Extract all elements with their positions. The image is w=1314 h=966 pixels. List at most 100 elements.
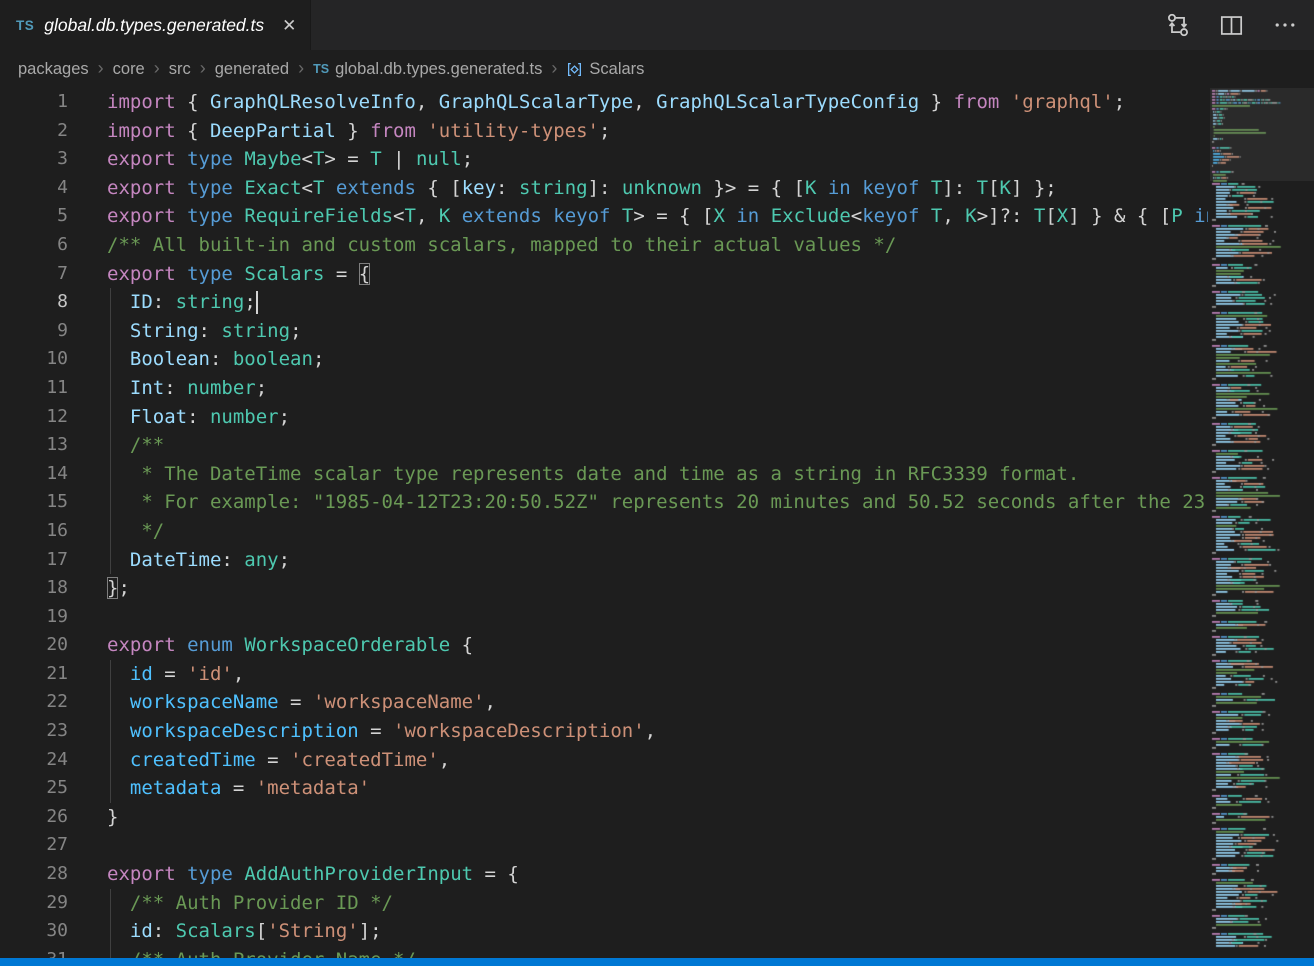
line-number: 9 (0, 317, 68, 346)
line-number: 22 (0, 688, 68, 717)
breadcrumb-item-generated[interactable]: generated (215, 60, 289, 79)
breadcrumb-item-packages[interactable]: packages (18, 60, 89, 79)
close-tab-icon[interactable]: ✕ (282, 17, 296, 34)
line-number: 2 (0, 117, 68, 146)
code-line[interactable]: createdTime = 'createdTime', (107, 746, 1208, 775)
indent-guide (110, 946, 111, 958)
tab-title: global.db.types.generated.ts (44, 15, 264, 36)
code-line[interactable] (107, 831, 1208, 860)
breadcrumb-item-scalars[interactable]: Scalars (566, 60, 644, 79)
indent-guide (110, 660, 111, 689)
code-line[interactable]: export type Scalars = { (107, 260, 1208, 289)
code-line[interactable]: } (107, 803, 1208, 832)
typescript-file-icon: TS (16, 18, 34, 33)
code-line[interactable]: String: string; (107, 317, 1208, 346)
code-line[interactable]: export type AddAuthProviderInput = { (107, 860, 1208, 889)
breadcrumb-label: global.db.types.generated.ts (335, 60, 542, 79)
code-line[interactable]: /** Auth Provider ID */ (107, 889, 1208, 918)
code-line[interactable]: Float: number; (107, 403, 1208, 432)
code-line[interactable]: export type Maybe<T> = T | null; (107, 145, 1208, 174)
line-number: 29 (0, 889, 68, 918)
line-number: 30 (0, 917, 68, 946)
code-line[interactable]: */ (107, 517, 1208, 546)
open-changes-button[interactable] (1165, 12, 1191, 38)
code-line[interactable]: export enum WorkspaceOrderable { (107, 631, 1208, 660)
split-editor-button[interactable] (1219, 13, 1244, 38)
line-number: 13 (0, 431, 68, 460)
breadcrumb: packages › core › src › generated › TS global.db.… (0, 50, 1314, 88)
indent-guide (110, 460, 111, 489)
split-editor-icon (1219, 13, 1244, 38)
line-number: 15 (0, 488, 68, 517)
breadcrumb-item-global-db-types-generated-ts[interactable]: TS global.db.types.generated.ts (313, 60, 542, 79)
code-line[interactable]: workspaceDescription = 'workspaceDescrip… (107, 717, 1208, 746)
symbol-type-icon (566, 61, 583, 78)
indent-guide (110, 546, 111, 575)
code-line[interactable]: metadata = 'metadata' (107, 774, 1208, 803)
line-number: 12 (0, 403, 68, 432)
indent-guide (110, 746, 111, 775)
code-line[interactable]: * The DateTime scalar type represents da… (107, 460, 1208, 489)
breadcrumb-item-src[interactable]: src (169, 60, 191, 79)
tab-global-db-types-generated-ts[interactable]: TS global.db.types.generated.ts ✕ (0, 0, 311, 50)
line-number: 17 (0, 546, 68, 575)
code-line[interactable]: id = 'id', (107, 660, 1208, 689)
line-number: 16 (0, 517, 68, 546)
line-number: 4 (0, 174, 68, 203)
indent-guide (110, 889, 111, 918)
code-line[interactable]: export type Exact<T extends { [key: stri… (107, 174, 1208, 203)
indent-guide (110, 431, 111, 460)
typescript-file-icon: TS (313, 62, 329, 76)
line-number: 6 (0, 231, 68, 260)
code-line[interactable]: * For example: "1985-04-12T23:20:50.52Z"… (107, 488, 1208, 517)
minimap[interactable] (1210, 88, 1303, 956)
code-line[interactable]: DateTime: any; (107, 546, 1208, 575)
line-number: 18 (0, 574, 68, 603)
more-actions-button[interactable] (1272, 12, 1298, 38)
code-line[interactable]: workspaceName = 'workspaceName', (107, 688, 1208, 717)
indent-guide (110, 374, 111, 403)
line-number: 24 (0, 746, 68, 775)
line-number: 23 (0, 717, 68, 746)
line-number: 28 (0, 860, 68, 889)
minimap-slider[interactable] (1210, 88, 1314, 181)
indent-guide (110, 345, 111, 374)
indent-guide (110, 317, 111, 346)
line-number: 21 (0, 660, 68, 689)
line-number: 5 (0, 202, 68, 231)
indent-guide (110, 774, 111, 803)
code-line[interactable]: ID: string; (107, 288, 1208, 317)
code-line[interactable]: }; (107, 574, 1208, 603)
code-line[interactable]: /** (107, 431, 1208, 460)
line-number: 26 (0, 803, 68, 832)
indent-guide (110, 688, 111, 717)
breadcrumb-separator-icon: › (154, 59, 160, 77)
breadcrumb-item-core[interactable]: core (113, 60, 145, 79)
more-actions-icon (1272, 12, 1298, 38)
line-number: 25 (0, 774, 68, 803)
indent-guide (110, 403, 111, 432)
editor-actions (1165, 0, 1298, 50)
line-number: 14 (0, 460, 68, 489)
open-changes-icon (1165, 12, 1191, 38)
code-line[interactable]: /** All built-in and custom scalars, map… (107, 231, 1208, 260)
code-line[interactable]: export type RequireFields<T, K extends k… (107, 202, 1208, 231)
line-number: 27 (0, 831, 68, 860)
indent-guide (110, 517, 111, 546)
breadcrumb-separator-icon: › (298, 59, 304, 77)
indent-guide (110, 717, 111, 746)
code-line[interactable]: id: Scalars['String']; (107, 917, 1208, 946)
code-area[interactable]: import { GraphQLResolveInfo, GraphQLScal… (107, 88, 1208, 958)
code-line[interactable] (107, 603, 1208, 632)
code-line[interactable]: Int: number; (107, 374, 1208, 403)
breadcrumb-separator-icon: › (551, 59, 557, 77)
breadcrumb-separator-icon: › (200, 59, 206, 77)
code-line[interactable]: import { GraphQLResolveInfo, GraphQLScal… (107, 88, 1208, 117)
code-line[interactable]: /** Auth Provider Name */ (107, 946, 1208, 958)
code-line[interactable]: Boolean: boolean; (107, 345, 1208, 374)
code-line[interactable]: import { DeepPartial } from 'utility-typ… (107, 117, 1208, 146)
indent-guide (110, 917, 111, 946)
breadcrumb-label: core (113, 60, 145, 79)
line-number: 11 (0, 374, 68, 403)
line-number: 20 (0, 631, 68, 660)
